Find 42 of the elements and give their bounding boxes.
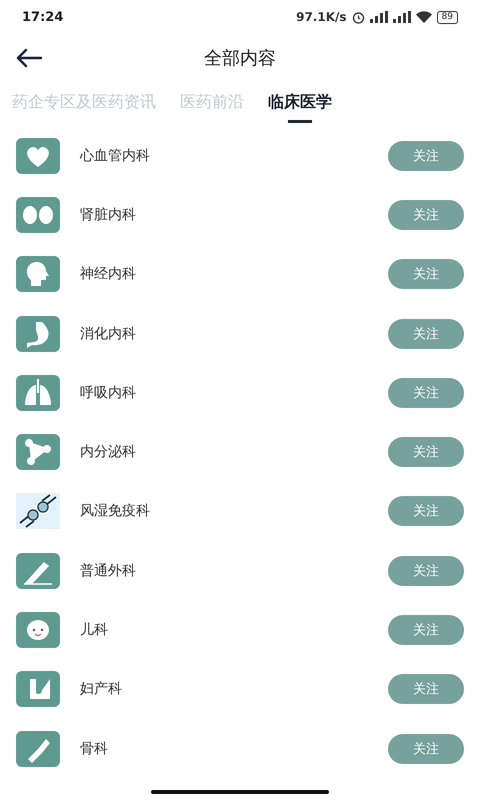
- follow-button[interactable]: 关注: [388, 259, 464, 290]
- follow-button[interactable]: 关注: [388, 734, 464, 764]
- kidneys-icon: [16, 196, 60, 233]
- department-name: 普通外科: [80, 562, 137, 580]
- category-tab[interactable]: 临床医学: [268, 92, 332, 126]
- department-name: 神经内科: [80, 265, 137, 284]
- follow-button[interactable]: 关注: [388, 615, 464, 646]
- category-tab[interactable]: 药企专区及医药资讯: [12, 92, 156, 121]
- signal-icon: [370, 11, 388, 23]
- lungs-icon: [16, 374, 60, 411]
- department-name: 消化内科: [80, 324, 137, 343]
- department-name: 内分泌科: [80, 443, 137, 462]
- network-speed: 97.1K/s: [296, 10, 347, 24]
- category-tab[interactable]: 医药前沿: [180, 92, 244, 121]
- page-title: 全部内容: [204, 47, 276, 70]
- department-name: 肾脏内科: [80, 206, 137, 224]
- follow-button[interactable]: 关注: [388, 674, 464, 704]
- department-name: 心血管内科: [80, 146, 151, 165]
- department-name: 儿科: [80, 621, 109, 640]
- follow-button[interactable]: 关注: [388, 378, 464, 408]
- battery-indicator: 89: [436, 10, 458, 24]
- back-button[interactable]: [14, 48, 44, 70]
- department-name: 妇产科: [80, 680, 123, 698]
- follow-button[interactable]: 关注: [388, 318, 464, 349]
- department-name: 呼吸内科: [80, 384, 137, 402]
- alarm-icon: [352, 10, 365, 24]
- follow-button[interactable]: 关注: [388, 200, 464, 230]
- head-icon: [16, 256, 60, 292]
- status-time: 17:24: [22, 10, 64, 24]
- baby-face-icon: [16, 612, 60, 648]
- follow-button[interactable]: 关注: [388, 556, 464, 586]
- stomach-icon: [16, 316, 60, 352]
- joint-icon: [16, 493, 60, 530]
- follow-button[interactable]: 关注: [388, 437, 464, 468]
- department-name: 骨科: [80, 740, 109, 758]
- nodes-icon: [16, 434, 60, 470]
- signal-icon: [392, 11, 411, 23]
- department-name: 风湿免疫科: [80, 502, 151, 520]
- follow-button[interactable]: 关注: [388, 496, 464, 526]
- follow-button[interactable]: 关注: [388, 140, 464, 171]
- wifi-icon: [416, 11, 432, 23]
- scalpel-icon: [16, 552, 60, 589]
